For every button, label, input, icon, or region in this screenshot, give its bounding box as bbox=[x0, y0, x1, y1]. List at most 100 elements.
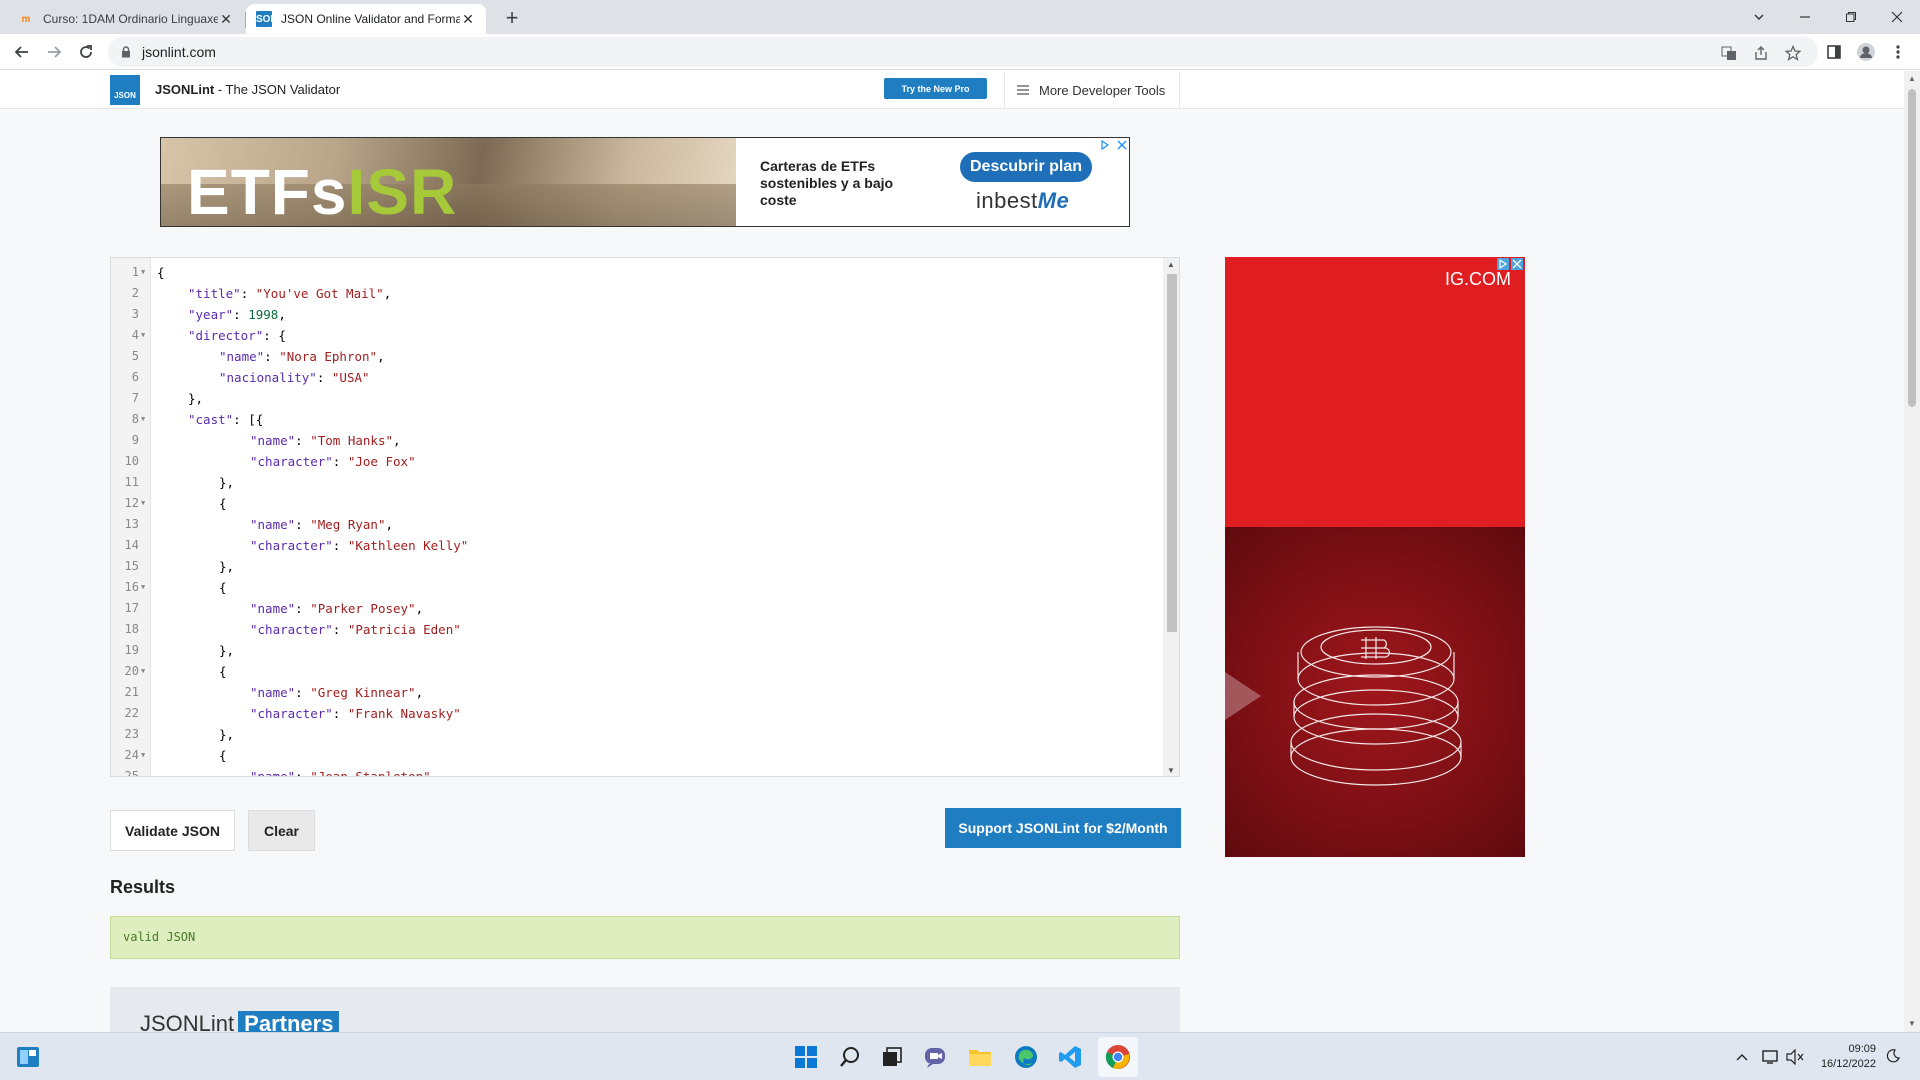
close-tab-icon[interactable]: ✕ bbox=[218, 11, 234, 28]
code-content: "name": "Nora Ephron", bbox=[219, 346, 385, 367]
search-icon[interactable] bbox=[834, 1041, 866, 1073]
editor-scrollbar[interactable]: ▲ ▼ bbox=[1163, 258, 1179, 776]
line-number: 20 bbox=[124, 664, 139, 678]
partners-label: JSONLint bbox=[140, 1011, 235, 1032]
code-line[interactable]: 11}, bbox=[111, 472, 1159, 493]
close-tab-icon[interactable]: ✕ bbox=[460, 11, 476, 28]
code-line[interactable]: 22 "character": "Frank Navasky" bbox=[111, 703, 1159, 724]
code-line[interactable]: 6 "nacionality": "USA" bbox=[111, 367, 1159, 388]
lock-icon[interactable] bbox=[120, 46, 132, 58]
side-panel-icon[interactable] bbox=[1820, 38, 1848, 66]
share-icon[interactable] bbox=[1752, 44, 1770, 62]
chrome-menu-icon[interactable] bbox=[1884, 38, 1912, 66]
translate-icon[interactable] bbox=[1720, 44, 1738, 62]
tab-jsonlint[interactable]: JSON JSON Online Validator and Formatter… bbox=[246, 4, 486, 34]
code-line[interactable]: 19}, bbox=[111, 640, 1159, 661]
code-line[interactable]: 1 ▼ { bbox=[111, 262, 1159, 283]
code-line[interactable]: 4 ▼ "director": { bbox=[111, 325, 1159, 346]
code-line[interactable]: 7}, bbox=[111, 388, 1159, 409]
forward-arrow-icon[interactable] bbox=[40, 38, 68, 66]
adchoices-icon[interactable] bbox=[1099, 139, 1111, 151]
back-arrow-icon[interactable] bbox=[8, 38, 36, 66]
bookmark-star-icon[interactable] bbox=[1784, 44, 1802, 62]
code-line[interactable]: 3 "year": 1998, bbox=[111, 304, 1159, 325]
page-scroll-down-icon[interactable]: ▼ bbox=[1907, 1019, 1917, 1028]
task-view-icon[interactable] bbox=[876, 1041, 908, 1073]
page-scroll-thumb[interactable] bbox=[1908, 89, 1916, 407]
ad-close-icon[interactable] bbox=[1511, 258, 1523, 270]
fold-arrow-icon[interactable]: ▼ bbox=[141, 262, 149, 283]
code-line[interactable]: 17 "name": "Parker Posey", bbox=[111, 598, 1159, 619]
code-line[interactable]: 20 ▼ { bbox=[111, 661, 1159, 682]
code-line[interactable]: 16 ▼ { bbox=[111, 577, 1159, 598]
side-advertisement[interactable]: IG.COM bbox=[1225, 257, 1525, 857]
code-content: "character": "Patricia Eden" bbox=[250, 619, 461, 640]
reload-icon[interactable] bbox=[72, 38, 100, 66]
tab-search-icon[interactable] bbox=[1736, 0, 1782, 34]
try-pro-button[interactable]: Try the New Pro bbox=[884, 78, 987, 99]
code-line[interactable]: 14 "character": "Kathleen Kelly" bbox=[111, 535, 1159, 556]
fold-arrow-icon[interactable]: ▼ bbox=[141, 745, 149, 766]
json-key: "character" bbox=[250, 454, 333, 469]
tab-label: JSON Online Validator and Formatter bbox=[281, 12, 460, 26]
tab-moodle-course[interactable]: m Curso: 1DAM Ordinario Linguaxes ✕ bbox=[8, 4, 244, 34]
clear-button[interactable]: Clear bbox=[248, 810, 315, 851]
adchoices-icon[interactable] bbox=[1497, 258, 1509, 270]
network-icon[interactable] bbox=[1762, 1049, 1780, 1068]
json-key: "name" bbox=[250, 601, 296, 616]
file-explorer-icon[interactable] bbox=[964, 1041, 996, 1073]
code-line[interactable]: 8 ▼ "cast": [{ bbox=[111, 409, 1159, 430]
scroll-up-arrow-icon[interactable]: ▲ bbox=[1167, 260, 1175, 269]
code-line[interactable]: 23}, bbox=[111, 724, 1159, 745]
scroll-down-arrow-icon[interactable]: ▼ bbox=[1167, 766, 1175, 775]
start-windows-icon[interactable] bbox=[790, 1041, 822, 1073]
fold-arrow-icon[interactable]: ▼ bbox=[141, 493, 149, 514]
code-line[interactable]: 24 ▼ { bbox=[111, 745, 1159, 766]
editor-scroll-thumb[interactable] bbox=[1167, 274, 1177, 632]
code-line[interactable]: 21 "name": "Greg Kinnear", bbox=[111, 682, 1159, 703]
minimize-icon[interactable] bbox=[1782, 0, 1828, 34]
widgets-icon[interactable] bbox=[12, 1041, 44, 1073]
ad-cta-button[interactable]: Descubrir plan bbox=[960, 152, 1092, 182]
code-line[interactable]: 25 "name": "Joan Stapleton" bbox=[111, 766, 1159, 776]
support-jsonlint-button[interactable]: Support JSONLint for $2/Month bbox=[945, 808, 1181, 848]
teams-chat-icon[interactable] bbox=[920, 1041, 952, 1073]
results-heading: Results bbox=[110, 877, 176, 897]
fold-arrow-icon[interactable]: ▼ bbox=[141, 409, 149, 430]
json-editor[interactable]: 1 ▼{2 "title": "You've Got Mail", 3 "year": … bbox=[110, 257, 1180, 777]
code-line[interactable]: 18 "character": "Patricia Eden" bbox=[111, 619, 1159, 640]
fold-arrow-icon[interactable]: ▼ bbox=[141, 577, 149, 598]
chrome-icon[interactable] bbox=[1102, 1041, 1134, 1073]
validate-json-button[interactable]: Validate JSON bbox=[110, 810, 235, 851]
page-scroll-up-icon[interactable]: ▲ bbox=[1907, 74, 1917, 83]
restore-icon[interactable] bbox=[1828, 0, 1874, 34]
ad-close-icon[interactable] bbox=[1116, 139, 1128, 151]
top-advertisement[interactable]: ETFsISR Carteras de ETFs sostenibles y a… bbox=[160, 137, 1130, 227]
volume-muted-icon[interactable] bbox=[1786, 1048, 1804, 1068]
code-line[interactable]: 12 ▼ { bbox=[111, 493, 1159, 514]
code-line[interactable]: 10 "character": "Joe Fox" bbox=[111, 451, 1159, 472]
fold-arrow-icon[interactable]: ▼ bbox=[141, 325, 149, 346]
code-line[interactable]: 13 "name": "Meg Ryan", bbox=[111, 514, 1159, 535]
show-hidden-icons-chevron-icon[interactable] bbox=[1736, 1049, 1748, 1065]
jsonlint-logo[interactable]: JSON bbox=[110, 75, 140, 105]
json-string: "Joe Fox" bbox=[347, 454, 416, 469]
json-punctuation: : bbox=[332, 538, 348, 553]
code-line[interactable]: 9 "name": "Tom Hanks", bbox=[111, 430, 1159, 451]
code-line[interactable]: 5 "name": "Nora Ephron", bbox=[111, 346, 1159, 367]
fold-arrow-icon[interactable]: ▼ bbox=[141, 661, 149, 682]
new-tab-button[interactable]: + bbox=[498, 5, 526, 33]
profile-avatar-icon[interactable] bbox=[1852, 38, 1880, 66]
notification-moon-icon[interactable] bbox=[1886, 1049, 1900, 1066]
page-scrollbar[interactable]: ▲ ▼ bbox=[1904, 71, 1920, 1032]
json-punctuation: : bbox=[332, 622, 348, 637]
address-bar[interactable]: jsonlint.com bbox=[108, 37, 1818, 67]
code-line[interactable]: 15}, bbox=[111, 556, 1159, 577]
edge-browser-icon[interactable] bbox=[1010, 1041, 1042, 1073]
json-punctuation: : bbox=[264, 349, 280, 364]
code-line[interactable]: 2 "title": "You've Got Mail", bbox=[111, 283, 1159, 304]
vscode-icon[interactable] bbox=[1054, 1041, 1086, 1073]
system-clock[interactable]: 09:09 16/12/2022 bbox=[1810, 1042, 1876, 1072]
close-window-icon[interactable] bbox=[1874, 0, 1920, 34]
more-developer-tools-menu[interactable]: More Developer Tools bbox=[1004, 71, 1180, 109]
